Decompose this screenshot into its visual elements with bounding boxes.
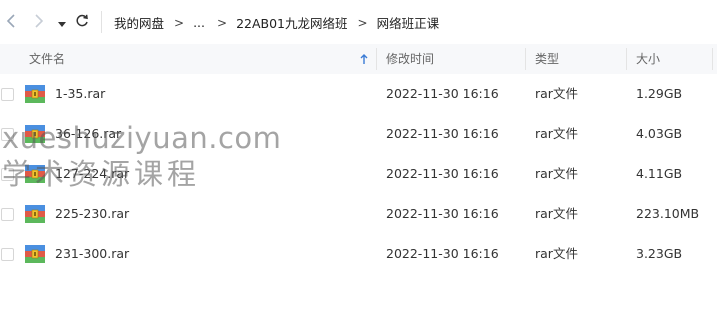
column-header-size[interactable]: 大小 <box>636 44 660 74</box>
sort-arrow-up-icon[interactable] <box>360 44 368 74</box>
row-checkbox[interactable] <box>1 128 14 141</box>
file-modified-date: 2022-11-30 16:16 <box>386 166 499 181</box>
breadcrumb-item-current[interactable]: 网络班正课 <box>377 13 440 32</box>
breadcrumb-item[interactable]: 我的网盘 <box>114 13 164 32</box>
column-header-type[interactable]: 类型 <box>535 44 559 74</box>
file-name[interactable]: 225-230.rar <box>55 194 129 234</box>
file-modified-date: 2022-11-30 16:16 <box>386 126 499 141</box>
file-modified-date: 2022-11-30 16:16 <box>386 86 499 101</box>
refresh-icon <box>75 13 89 32</box>
file-row[interactable]: 127-224.rar 2022-11-30 16:16 rar文件 4.11G… <box>0 154 717 194</box>
column-divider[interactable] <box>525 48 526 70</box>
file-size: 4.03GB <box>636 126 683 141</box>
caret-down-icon <box>58 13 66 32</box>
row-checkbox[interactable] <box>1 88 14 101</box>
forward-button[interactable] <box>29 12 49 32</box>
navigation-bar: 我的网盘 > ... > 22AB01九龙网络班 > 网络班正课 <box>0 0 717 44</box>
row-checkbox[interactable] <box>1 168 14 181</box>
file-size: 1.29GB <box>636 86 683 101</box>
file-type: rar文件 <box>535 246 578 261</box>
breadcrumb-arrow-icon: > <box>217 15 228 30</box>
chevron-left-icon <box>6 13 16 32</box>
column-header-row: 文件名 修改时间 类型 大小 <box>0 44 717 74</box>
row-checkbox[interactable] <box>1 248 14 261</box>
column-header-date[interactable]: 修改时间 <box>386 44 434 74</box>
file-name[interactable]: 127-224.rar <box>55 154 129 194</box>
history-dropdown-button[interactable] <box>55 12 69 32</box>
rar-archive-icon <box>25 165 45 183</box>
file-name[interactable]: 36-126.rar <box>55 114 121 154</box>
file-row[interactable]: 1-35.rar 2022-11-30 16:16 rar文件 1.29GB <box>0 74 717 114</box>
rar-archive-icon <box>25 125 45 143</box>
row-checkbox[interactable] <box>1 208 14 221</box>
file-modified-date: 2022-11-30 16:16 <box>386 206 499 221</box>
file-row[interactable]: 225-230.rar 2022-11-30 16:16 rar文件 223.1… <box>0 194 717 234</box>
file-row[interactable]: 36-126.rar 2022-11-30 16:16 rar文件 4.03GB <box>0 114 717 154</box>
file-modified-date: 2022-11-30 16:16 <box>386 246 499 261</box>
column-divider[interactable] <box>712 48 713 70</box>
file-size: 4.11GB <box>636 166 683 181</box>
rar-archive-icon <box>25 85 45 103</box>
file-type: rar文件 <box>535 166 578 181</box>
chevron-right-icon <box>34 13 44 32</box>
file-name[interactable]: 231-300.rar <box>55 234 129 274</box>
column-header-name[interactable]: 文件名 <box>29 44 65 74</box>
nav-divider <box>101 11 102 33</box>
file-type: rar文件 <box>535 206 578 221</box>
column-divider[interactable] <box>626 48 627 70</box>
breadcrumb-item[interactable]: 22AB01九龙网络班 <box>236 13 347 32</box>
refresh-button[interactable] <box>72 12 92 32</box>
file-type: rar文件 <box>535 86 578 101</box>
file-row[interactable]: 231-300.rar 2022-11-30 16:16 rar文件 3.23G… <box>0 234 717 274</box>
file-type: rar文件 <box>535 126 578 141</box>
back-button[interactable] <box>1 12 21 32</box>
file-name[interactable]: 1-35.rar <box>55 74 105 114</box>
breadcrumb-arrow-icon: > <box>174 15 185 30</box>
rar-archive-icon <box>25 205 45 223</box>
rar-archive-icon <box>25 245 45 263</box>
file-size: 3.23GB <box>636 246 683 261</box>
breadcrumb-arrow-icon: > <box>357 15 368 30</box>
column-divider[interactable] <box>376 48 377 70</box>
file-size: 223.10MB <box>636 206 700 221</box>
breadcrumb-item[interactable]: ... <box>193 15 205 30</box>
breadcrumb: 我的网盘 > ... > 22AB01九龙网络班 > 网络班正课 <box>114 13 439 32</box>
file-list: 1-35.rar 2022-11-30 16:16 rar文件 1.29GB 3… <box>0 74 717 274</box>
